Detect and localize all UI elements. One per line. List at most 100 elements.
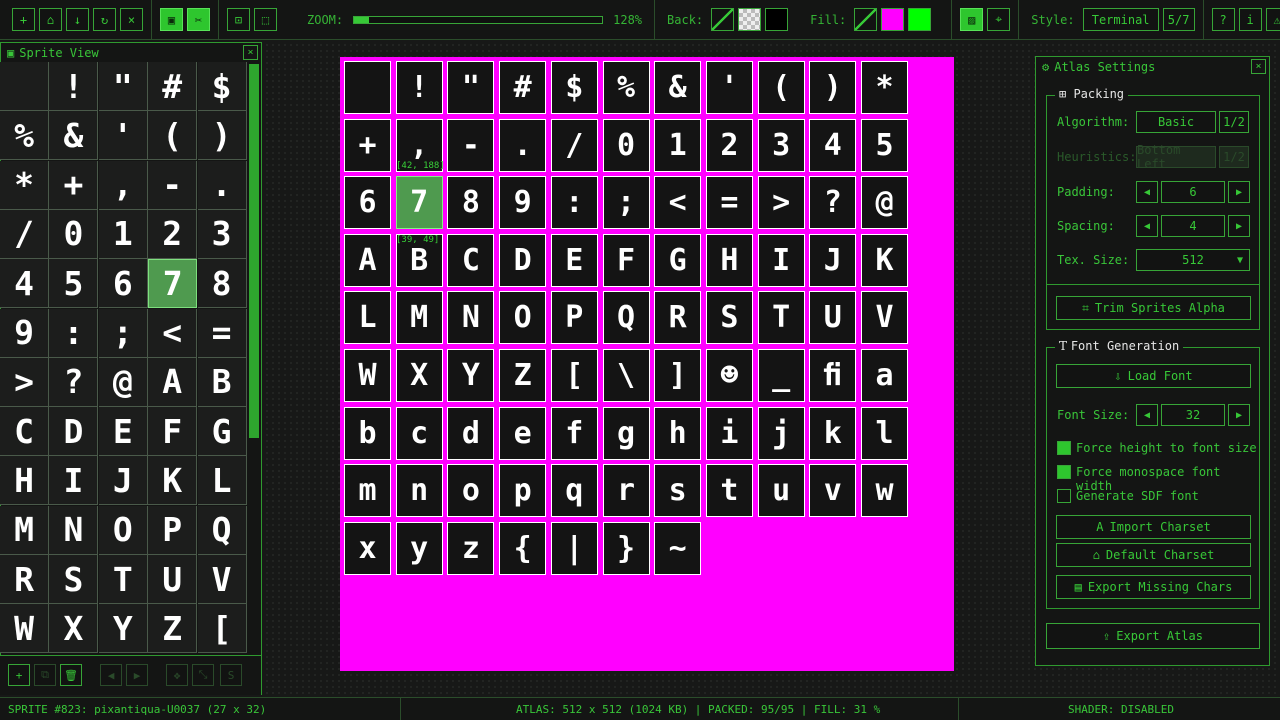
padding-value[interactable]: 6 bbox=[1161, 181, 1225, 203]
import-charset-button[interactable]: A Import Charset bbox=[1056, 515, 1251, 539]
atlas-glyph[interactable]: 0 bbox=[602, 118, 650, 172]
font-size-decrease-icon[interactable]: ◀ bbox=[1136, 404, 1158, 426]
image-mode-icon[interactable]: ▣ bbox=[160, 8, 183, 31]
atlas-glyph[interactable]: x bbox=[344, 521, 391, 575]
atlas-glyph[interactable]: + bbox=[344, 118, 391, 172]
atlas-glyph[interactable]: L bbox=[344, 291, 391, 345]
atlas-glyph[interactable]: 7 bbox=[395, 176, 443, 230]
close-file-icon[interactable]: × bbox=[120, 8, 143, 31]
atlas-glyph[interactable]: y bbox=[395, 521, 443, 575]
atlas-settings-close-icon[interactable]: × bbox=[1251, 59, 1266, 74]
atlas-glyph[interactable]: A bbox=[344, 233, 391, 287]
background-checker-swatch[interactable] bbox=[738, 8, 762, 31]
sprite-cell[interactable]: & bbox=[49, 111, 99, 161]
sprite-cell[interactable]: * bbox=[0, 160, 49, 210]
sprite-cell[interactable]: B bbox=[197, 357, 247, 407]
sprite-cell[interactable] bbox=[0, 62, 49, 111]
sprite-cell[interactable]: 1 bbox=[98, 209, 148, 259]
default-charset-button[interactable]: ⌂ Default Charset bbox=[1056, 543, 1251, 567]
sprite-cell[interactable]: O bbox=[98, 505, 148, 555]
sprite-cell[interactable]: V bbox=[197, 555, 247, 604]
sprite-cell[interactable]: 4 bbox=[0, 259, 49, 309]
sprite-cell[interactable]: 9 bbox=[0, 308, 49, 358]
sprite-cell[interactable]: S bbox=[49, 555, 99, 604]
font-size-value[interactable]: 32 bbox=[1161, 404, 1225, 426]
atlas-glyph[interactable]: [ bbox=[550, 349, 598, 402]
sprite-cell[interactable]: X bbox=[49, 604, 99, 654]
fill-none-swatch[interactable] bbox=[854, 8, 878, 31]
atlas-glyph[interactable]: T bbox=[757, 291, 805, 345]
sprite-cell[interactable]: J bbox=[98, 456, 148, 506]
atlas-glyph[interactable]: ? bbox=[809, 176, 857, 230]
atlas-glyph[interactable]: W bbox=[344, 349, 391, 402]
sprite-cell[interactable]: % bbox=[0, 111, 49, 161]
atlas-glyph[interactable]: w bbox=[861, 464, 908, 518]
atlas-glyph[interactable]: s bbox=[654, 464, 702, 518]
sprite-cell[interactable]: 5 bbox=[49, 259, 99, 309]
trim-sprites-button[interactable]: ⌗ Trim Sprites Alpha bbox=[1056, 296, 1251, 320]
atlas-glyph[interactable]: e bbox=[499, 406, 547, 460]
atlas-glyph[interactable]: ﬁ bbox=[809, 349, 857, 402]
sprite-cell[interactable]: P bbox=[148, 505, 198, 555]
resize-sprite-icon[interactable]: ⤡ bbox=[192, 664, 214, 686]
sprite-cell[interactable]: 3 bbox=[197, 209, 247, 259]
info-icon[interactable]: i bbox=[1238, 8, 1262, 31]
atlas-glyph[interactable]: ' bbox=[705, 61, 753, 114]
sprite-cell[interactable]: + bbox=[49, 160, 99, 210]
prev-sprite-icon[interactable]: ◀ bbox=[100, 664, 122, 686]
sprite-cell[interactable]: < bbox=[148, 308, 198, 358]
sprite-cell[interactable]: H bbox=[0, 456, 49, 506]
atlas-glyph[interactable]: $ bbox=[550, 61, 598, 114]
sprite-cell[interactable]: Z bbox=[148, 604, 198, 654]
sprite-cell[interactable]: T bbox=[98, 555, 148, 604]
atlas-glyph[interactable]: U bbox=[809, 291, 857, 345]
atlas-glyph[interactable]: D bbox=[499, 233, 547, 287]
atlas-glyph[interactable]: | bbox=[550, 521, 598, 575]
sprite-cell[interactable]: Q bbox=[197, 505, 247, 555]
atlas-glyph[interactable]: 9 bbox=[499, 176, 547, 230]
atlas-glyph[interactable]: O bbox=[499, 291, 547, 345]
atlas-glyph[interactable]: % bbox=[602, 61, 650, 114]
atlas-glyph[interactable]: p bbox=[499, 464, 547, 518]
add-sprite-icon[interactable]: + bbox=[8, 664, 30, 686]
atlas-glyph[interactable]: k bbox=[809, 406, 857, 460]
atlas-glyph[interactable]: & bbox=[654, 61, 702, 114]
atlas-glyph[interactable]: ; bbox=[602, 176, 650, 230]
atlas-glyph[interactable]: I bbox=[757, 233, 805, 287]
export-missing-chars-button[interactable]: ▤ Export Missing Chars bbox=[1056, 575, 1251, 599]
atlas-glyph[interactable]: z bbox=[447, 521, 495, 575]
move-sprite-icon[interactable]: ✥ bbox=[166, 664, 188, 686]
atlas-glyph[interactable]: 8 bbox=[447, 176, 495, 230]
sprite-cell[interactable]: I bbox=[49, 456, 99, 506]
generate-sdf-checkbox[interactable] bbox=[1057, 489, 1071, 503]
sprite-cell[interactable]: Y bbox=[98, 604, 148, 654]
atlas-glyph[interactable]: m bbox=[344, 464, 391, 518]
fill-magenta-swatch[interactable] bbox=[881, 8, 905, 31]
atlas-glyph[interactable]: P bbox=[550, 291, 598, 345]
atlas-glyph[interactable]: j bbox=[757, 406, 805, 460]
sprite-cell[interactable]: A bbox=[148, 357, 198, 407]
sprite-cell[interactable]: K bbox=[148, 456, 198, 506]
sprite-cell[interactable]: 0 bbox=[49, 209, 99, 259]
export-atlas-button[interactable]: ⇪ Export Atlas bbox=[1046, 623, 1260, 649]
sort-sprite-icon[interactable]: S bbox=[220, 664, 242, 686]
force-height-checkbox[interactable] bbox=[1057, 441, 1071, 455]
sprite-cell[interactable]: - bbox=[148, 160, 198, 210]
force-monospace-checkbox[interactable] bbox=[1057, 465, 1071, 479]
atlas-glyph[interactable]: u bbox=[757, 464, 805, 518]
sprite-cell[interactable]: R bbox=[0, 555, 49, 604]
padding-decrease-icon[interactable]: ◀ bbox=[1136, 181, 1158, 203]
atlas-glyph[interactable]: # bbox=[499, 61, 547, 114]
spacing-increase-icon[interactable]: ▶ bbox=[1228, 215, 1250, 237]
atlas-glyph[interactable]: ~ bbox=[654, 521, 702, 575]
atlas-glyph[interactable]: { bbox=[499, 521, 547, 575]
padding-increase-icon[interactable]: ▶ bbox=[1228, 181, 1250, 203]
next-sprite-icon[interactable]: ▶ bbox=[126, 664, 148, 686]
spacing-decrease-icon[interactable]: ◀ bbox=[1136, 215, 1158, 237]
atlas-glyph[interactable]: C bbox=[447, 233, 495, 287]
fit-view-icon[interactable]: ⊡ bbox=[227, 8, 250, 31]
help-icon[interactable]: ? bbox=[1211, 8, 1235, 31]
spacing-value[interactable]: 4 bbox=[1161, 215, 1225, 237]
sprite-cell[interactable]: 7 bbox=[148, 259, 198, 309]
sprite-cell[interactable]: 8 bbox=[197, 259, 247, 309]
